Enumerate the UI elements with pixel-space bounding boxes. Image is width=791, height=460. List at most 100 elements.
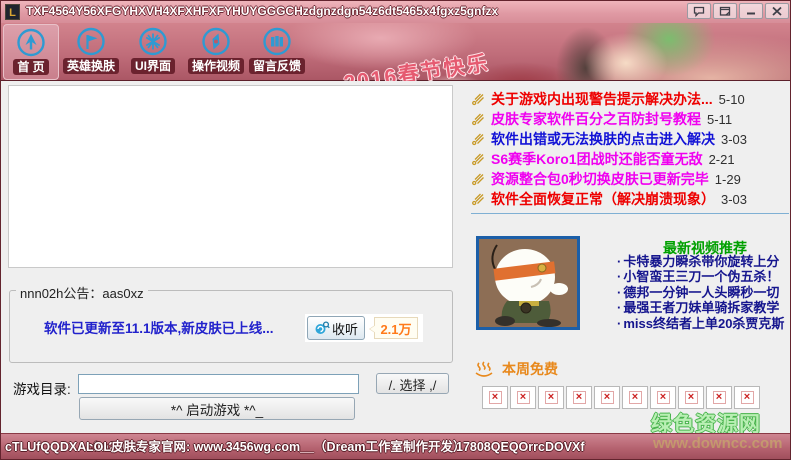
news-date: 3-03 [721, 131, 748, 147]
weibo-listen-icon [315, 321, 330, 334]
news-title: 关于游戏内出现警告提示解决办法... [491, 91, 713, 107]
video-item[interactable]: 小智蛮王三刀一个伪五杀！ [617, 269, 790, 284]
minimize-icon [747, 12, 755, 14]
video-thumbnail[interactable] [476, 236, 580, 330]
broken-image-icon: × [740, 391, 754, 404]
free-skin-slot[interactable]: × [622, 386, 648, 409]
news-date: 1-29 [714, 171, 741, 187]
nav-feedback[interactable]: 留言反馈 [249, 24, 306, 79]
free-week-header: 本周免费 [474, 359, 558, 379]
announcement-title: nnn02h公告：aas0xz [16, 283, 148, 302]
nav-hero-skin[interactable]: 英雄换肤 [63, 24, 120, 79]
sparkle-bullet-icon [472, 93, 484, 105]
listen-label: 收听 [331, 321, 358, 337]
app-logo-icon: L [5, 4, 20, 20]
main-toolbar: 首 页 英雄换肤 UI界面 操作视频 留言反馈 2016春节快乐 [1, 23, 790, 95]
free-skin-slot[interactable]: × [594, 386, 620, 409]
news-item[interactable]: 皮肤专家软件百分之百防封号教程 5-11 [471, 109, 790, 129]
game-dir-label: 游戏目录: [13, 382, 71, 397]
sparkle-bullet-icon [472, 153, 484, 165]
news-title: 资源整合包0秒切换皮肤已更新完毕 [491, 171, 709, 187]
broken-image-icon: × [684, 391, 698, 404]
minimize-button[interactable] [739, 3, 763, 19]
news-date: 2-21 [708, 151, 735, 167]
news-title: S6赛季Koro1团战时还能否童无敌 [491, 151, 703, 167]
broken-image-icon: × [628, 391, 642, 404]
news-item[interactable]: 软件出错或无法换肤的点击进入解决 3-03 [471, 129, 790, 149]
listener-count-badge: 2.1万 [369, 317, 418, 339]
app-window: L TXF4564Y56XFGYHXVH4XFXHFXFYHUYGGGCHzdg… [0, 0, 791, 460]
free-skin-slot[interactable]: × [706, 386, 732, 409]
compass-icon [202, 27, 230, 56]
speech-bubble-icon [693, 6, 705, 17]
nav-videos-label: 操作视频 [188, 58, 245, 74]
snowflake-icon [139, 27, 167, 56]
client-area: 关于游戏内出现警告提示解决办法... 5-10 皮肤专家软件百分之百防封号教程 … [1, 81, 790, 436]
broken-image-icon: × [600, 391, 614, 404]
broken-image-icon: × [516, 391, 530, 404]
window-title: TXF4564Y56XFGYHXVH4XFXHFXFYHUYGGGCHzdgnz… [26, 4, 499, 18]
skin-settings-button[interactable] [713, 3, 737, 19]
broken-image-icon: × [572, 391, 586, 404]
news-divider [471, 213, 789, 214]
sparkle-bullet-icon [472, 113, 484, 125]
listen-button[interactable]: 收听 [307, 316, 365, 340]
news-date: 3-03 [721, 191, 748, 207]
nav-ui-label: UI界面 [130, 58, 175, 74]
video-item[interactable]: 卡特暴力瞬杀带你旋转上分 [617, 254, 790, 269]
free-skin-slot[interactable]: × [650, 386, 676, 409]
news-item[interactable]: 软件全面恢复正常（解决崩溃现象） 3-03 [471, 189, 790, 209]
news-item[interactable]: S6赛季Koro1团战时还能否童无敌 2-21 [471, 149, 790, 169]
nav-home-label: 首 页 [13, 59, 49, 75]
broken-image-icon: × [656, 391, 670, 404]
status-site-text: LOL皮肤专家官网: www.3456wg.com__（Dream工作室制作开发… [86, 440, 466, 454]
close-icon [772, 6, 782, 16]
free-skin-slot[interactable]: × [538, 386, 564, 409]
news-title: 皮肤专家软件百分之百防封号教程 [491, 111, 701, 127]
sparkle-bullet-icon [472, 173, 484, 185]
video-list: 卡特暴力瞬杀带你旋转上分 小智蛮王三刀一个伪五杀！ 德邦一分钟一人头瞬秒一切 最… [617, 254, 790, 331]
video-item[interactable]: 最强王者刀妹单骑拆家教学 [617, 300, 790, 315]
free-skin-slot[interactable]: × [734, 386, 760, 409]
books-icon [263, 27, 291, 56]
close-button[interactable] [765, 3, 789, 19]
news-item[interactable]: 关于游戏内出现警告提示解决办法... 5-10 [471, 89, 790, 109]
free-skin-slot[interactable]: × [482, 386, 508, 409]
nav-ui[interactable]: UI界面 [129, 24, 177, 79]
free-skin-slot[interactable]: × [566, 386, 592, 409]
browse-button[interactable]: /. 选择 ,/ [376, 373, 449, 394]
nav-videos[interactable]: 操作视频 [188, 24, 245, 79]
free-skin-slot[interactable]: × [678, 386, 704, 409]
flag-icon [77, 27, 105, 56]
window-edit-icon [719, 6, 731, 16]
status-right-text: 17808QEQOrrcDOVXf [456, 440, 585, 454]
main-content-panel [8, 85, 453, 268]
free-skin-slot[interactable]: × [510, 386, 536, 409]
news-date: 5-11 [707, 111, 733, 127]
hot-springs-icon [475, 360, 493, 377]
news-list: 关于游戏内出现警告提示解决办法... 5-10 皮肤专家软件百分之百防封号教程 … [471, 89, 790, 209]
sparkle-bullet-icon [472, 193, 484, 205]
titlebar[interactable]: L TXF4564Y56XFGYHXVH4XFXHFXFYHUYGGGCHzdg… [1, 1, 790, 23]
nav-home[interactable]: 首 页 [3, 24, 59, 80]
chat-button[interactable] [687, 3, 711, 19]
sparkle-bullet-icon [472, 133, 484, 145]
announcement-message: 软件已更新至11.1版本,新皮肤已上线... [44, 321, 274, 336]
news-item[interactable]: 资源整合包0秒切换皮肤已更新完毕 1-29 [471, 169, 790, 189]
broken-image-icon: × [544, 391, 558, 404]
home-arrow-icon [17, 28, 45, 57]
news-date: 5-10 [718, 91, 745, 107]
free-skin-slots: × × × × × × × × × × [482, 386, 760, 409]
news-title: 软件出错或无法换肤的点击进入解决 [491, 131, 715, 147]
cartoon-monk-illustration [479, 239, 577, 327]
window-controls [687, 3, 789, 19]
free-week-title: 本周免费 [502, 361, 558, 377]
nav-feedback-label: 留言反馈 [249, 58, 306, 74]
broken-image-icon: × [712, 391, 726, 404]
downcc-watermark: www.downcc.com [653, 435, 783, 452]
video-item[interactable]: 德邦一分钟一人头瞬秒一切 [617, 285, 790, 300]
launch-game-button[interactable]: *^ 启动游戏 *^_ [79, 397, 355, 420]
news-title: 软件全面恢复正常（解决崩溃现象） [491, 191, 715, 207]
video-item[interactable]: miss终结者上单20杀贾克斯 [617, 316, 790, 331]
game-dir-input[interactable] [78, 374, 359, 394]
